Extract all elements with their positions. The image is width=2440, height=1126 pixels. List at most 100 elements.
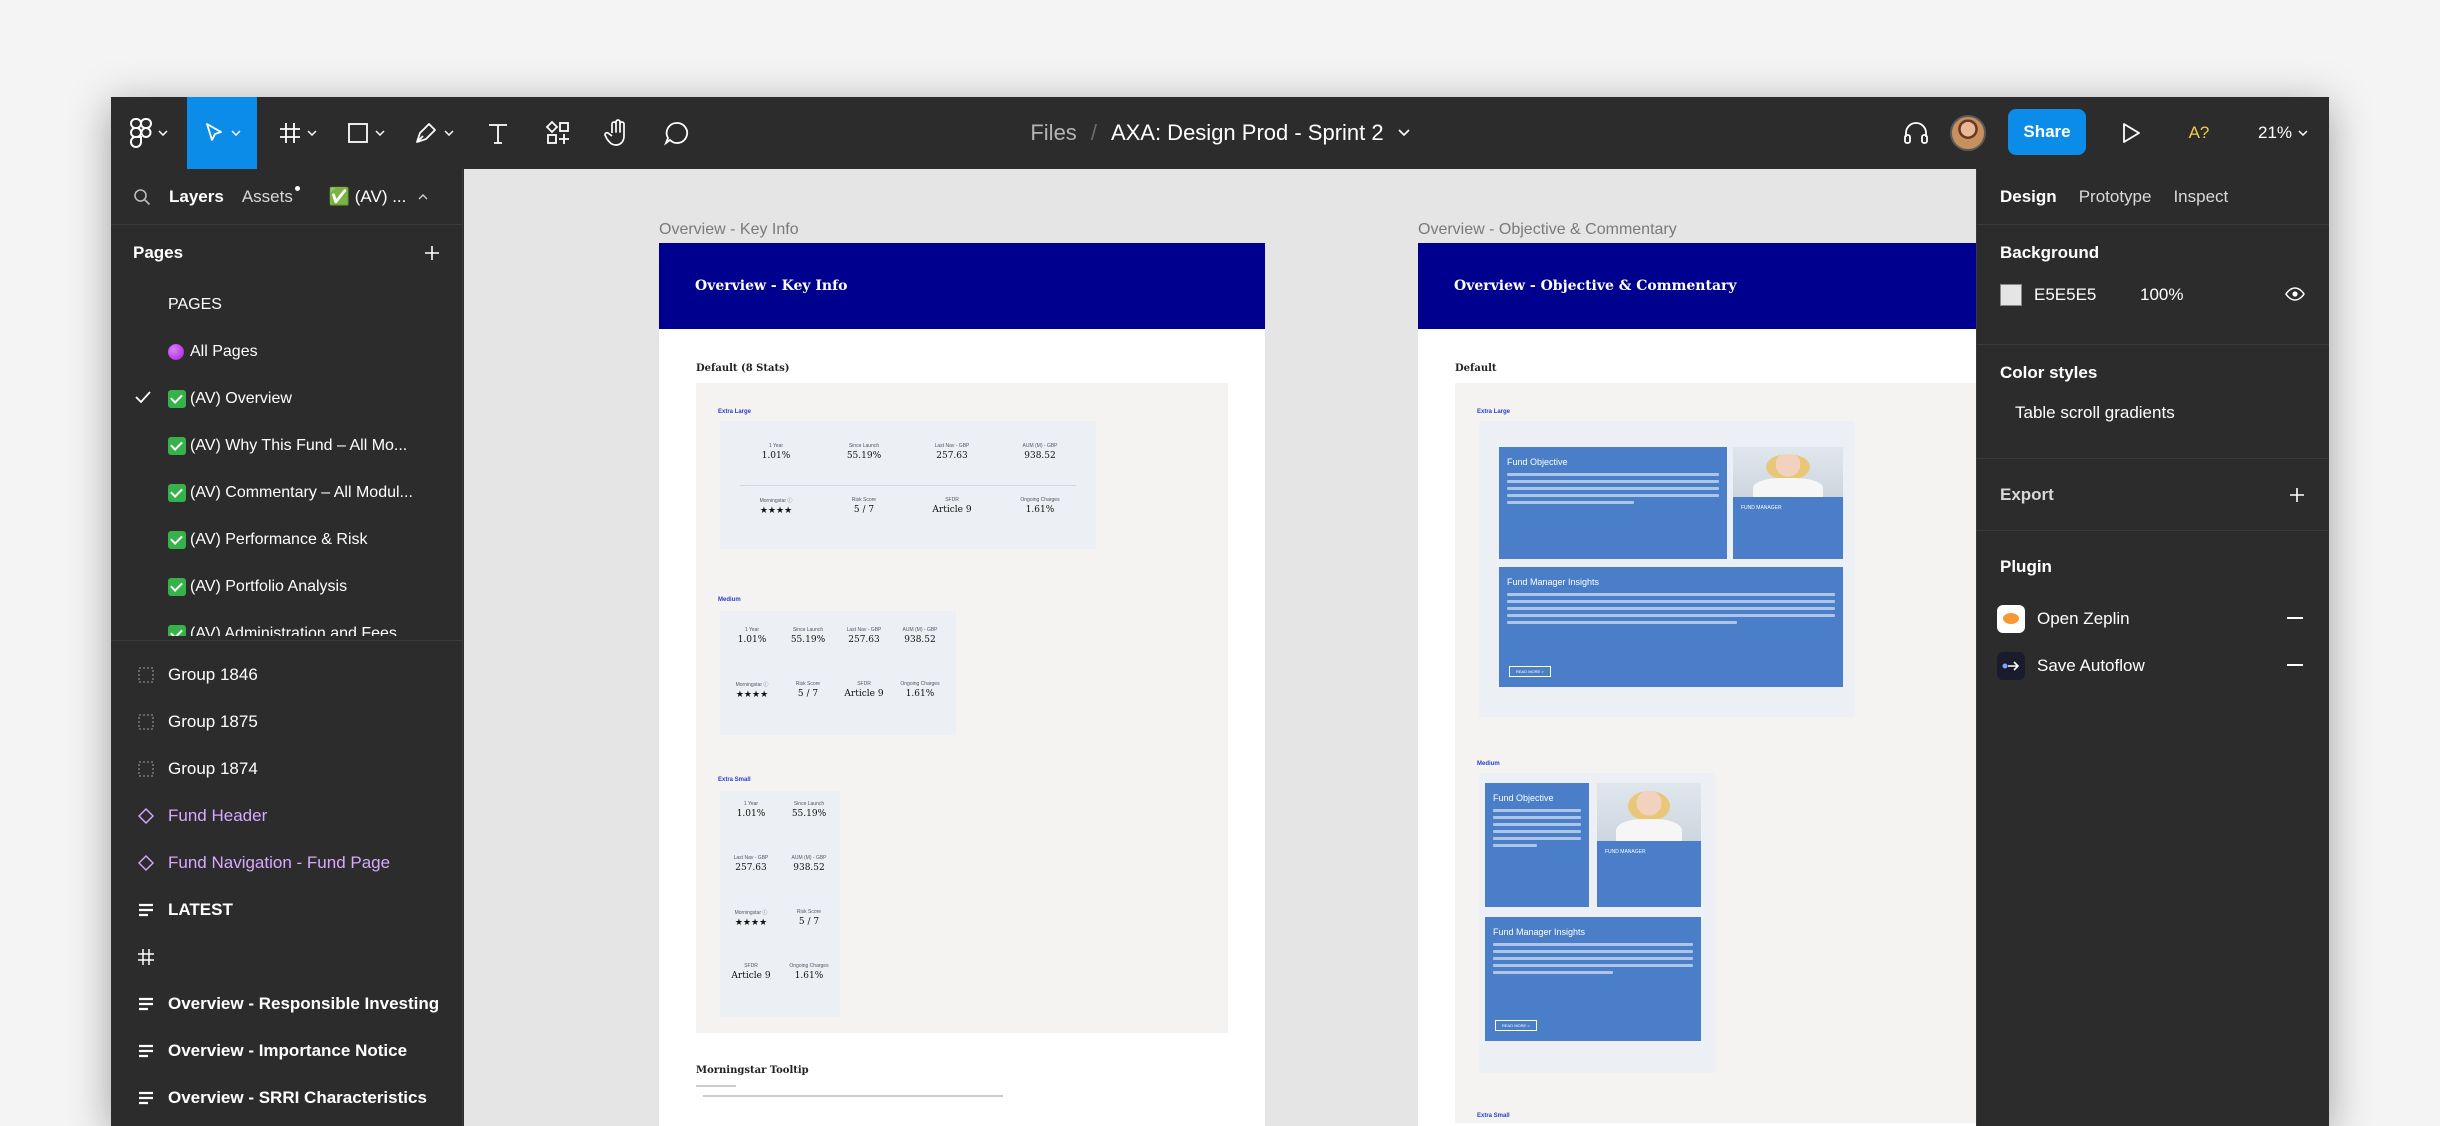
background-swatch[interactable] [2000, 283, 2022, 306]
card-body [1499, 467, 1727, 514]
pen-tool-button[interactable] [405, 97, 463, 169]
read-more-button: READ MORE > [1495, 1020, 1537, 1031]
frame-hash-icon [138, 949, 154, 965]
background-hex[interactable]: E5E5E5 [2034, 285, 2140, 305]
frame-label[interactable]: Overview - Objective & Commentary [1418, 221, 1677, 239]
chevron-up-icon[interactable] [418, 193, 428, 200]
layer-autolayout-frame[interactable]: LATEST [111, 886, 462, 933]
page-item[interactable]: (AV) Why This Fund – All Mo... [111, 422, 462, 469]
size-label: Extra Large [718, 409, 752, 415]
audio-button[interactable] [1896, 97, 1936, 169]
layer-instance[interactable]: Fund Navigation - Fund Page [111, 839, 462, 886]
share-button[interactable]: Share [2008, 109, 2086, 155]
files-link[interactable]: Files [1030, 120, 1076, 146]
stat-value: 938.52 [1024, 451, 1056, 461]
frame-tool-button[interactable] [269, 97, 327, 169]
stat-title: Ongoing Charges [789, 963, 829, 969]
accessibility-button[interactable]: A? [2177, 97, 2221, 169]
layer-label: Overview - Responsible Investing [168, 993, 440, 1013]
stat-value: 5 / 7 [797, 689, 819, 699]
current-page-selector[interactable]: ✅ (AV) ... [329, 187, 407, 207]
layer-autolayout-frame[interactable]: Overview - SRRI Characteristics [111, 1074, 462, 1121]
file-name[interactable]: AXA: Design Prod - Sprint 2 [1111, 120, 1384, 146]
plugin-item[interactable]: Open Zeplin [1977, 595, 2329, 642]
page-item-current[interactable]: (AV) Overview [111, 375, 462, 422]
stat-value: 5 / 7 [853, 505, 875, 515]
hand-icon [604, 119, 625, 146]
fund-manager-insights-card: Fund Manager Insights READ MORE > [1499, 567, 1843, 687]
color-style-label: Table scroll gradients [2015, 402, 2175, 422]
main-menu-button[interactable] [111, 97, 187, 169]
stat: Risk Score 5 / 7 [782, 909, 836, 927]
text-line [703, 1095, 1003, 1097]
layer-autolayout-frame[interactable]: Overview - Responsible Investing [111, 980, 462, 1027]
pages-header: Pages [111, 225, 462, 281]
page-item[interactable]: (AV) Portfolio Analysis [111, 563, 462, 610]
stat-title: Morningstar ⓘ [759, 498, 793, 504]
remove-plugin-icon[interactable] [2287, 617, 2303, 619]
page-item[interactable]: PAGES [111, 281, 462, 328]
page-item[interactable]: (AV) Commentary – All Modul... [111, 469, 462, 516]
frame-objective-commentary[interactable]: Overview - Objective & Commentary Defaul… [1418, 243, 1976, 1126]
move-tool-button[interactable] [187, 97, 257, 169]
eye-icon[interactable] [2285, 287, 2305, 301]
card-body [1485, 803, 1589, 857]
right-panel-tabs: Design Prototype Inspect [1977, 169, 2329, 225]
fund-objective-card: Fund Objective [1485, 783, 1589, 907]
background-opacity[interactable]: 100% [2140, 285, 2183, 305]
stat-value: 55.19% [846, 451, 882, 461]
stat-value: 55.19% [791, 809, 827, 819]
layer-frame[interactable] [111, 933, 462, 980]
frame-label[interactable]: Overview - Key Info [659, 221, 799, 239]
layer-autolayout-frame[interactable]: Overview - Importance Notice [111, 1027, 462, 1074]
tab-assets[interactable]: Assets [242, 185, 300, 207]
layer-group[interactable]: Group 1875 [111, 698, 462, 745]
canvas[interactable]: Overview - Key Info Overview - Key Info … [464, 169, 1976, 1126]
resources-button[interactable] [533, 97, 583, 169]
frame-header: Overview - Key Info [659, 243, 1265, 329]
color-style-item[interactable]: Table scroll gradients [1977, 389, 2329, 436]
chevron-down-icon [444, 130, 454, 136]
page-item[interactable]: All Pages [111, 328, 462, 375]
hand-tool-button[interactable] [591, 97, 643, 169]
layer-group[interactable]: Group 1846 [111, 651, 462, 698]
tab-prototype[interactable]: Prototype [2079, 187, 2152, 207]
shape-tool-button[interactable] [337, 97, 395, 169]
stat-value: 257.63 [735, 863, 767, 873]
present-button[interactable] [2111, 97, 2151, 169]
green-check-icon [168, 577, 186, 596]
chevron-down-icon [158, 130, 168, 136]
page-item[interactable]: (AV) Administration and Fees [111, 610, 462, 636]
text-tool-button[interactable] [473, 97, 523, 169]
stat-title: Last Nav - GBP [733, 855, 769, 861]
stat: SFDR Article 9 [724, 963, 778, 981]
zoom-menu[interactable]: 21% [2251, 97, 2315, 169]
play-icon [2123, 123, 2140, 143]
frame-header: Overview - Objective & Commentary [1418, 243, 1976, 329]
search-icon[interactable] [133, 188, 151, 206]
tab-inspect[interactable]: Inspect [2173, 187, 2228, 207]
chevron-down-icon[interactable] [1398, 129, 1410, 137]
avatar[interactable] [1950, 115, 1986, 151]
stat-title: Ongoing Charges [900, 681, 940, 687]
page-item[interactable]: (AV) Performance & Risk [111, 516, 462, 563]
plugin-label: Open Zeplin [2037, 608, 2130, 628]
frame-key-info[interactable]: Overview - Key Info Default (8 Stats) Ex… [659, 243, 1265, 1126]
layer-label: Group 1875 [168, 711, 258, 731]
remove-plugin-icon[interactable] [2287, 664, 2303, 666]
size-label: Extra Small [1477, 1113, 1510, 1119]
layer-instance[interactable]: Fund Header [111, 792, 462, 839]
layer-group[interactable]: Group 1874 [111, 745, 462, 792]
tab-design[interactable]: Design [2000, 187, 2057, 207]
cursor-icon [206, 123, 222, 141]
add-page-icon[interactable] [424, 245, 440, 261]
stat: Last Nav - GBP 257.63 [724, 855, 778, 873]
variants-board: Extra Large Fund Objective FUND MANAGER … [1455, 383, 1976, 1123]
tab-layers[interactable]: Layers [169, 187, 224, 207]
fund-manager-insights-card: Fund Manager Insights READ MORE > [1485, 917, 1701, 1041]
plugin-item[interactable]: Save Autoflow [1977, 642, 2329, 689]
card-title: Fund Objective [1493, 793, 1554, 803]
stat-value: 938.52 [904, 635, 936, 645]
comment-tool-button[interactable] [651, 97, 703, 169]
add-export-icon[interactable] [2289, 487, 2305, 503]
